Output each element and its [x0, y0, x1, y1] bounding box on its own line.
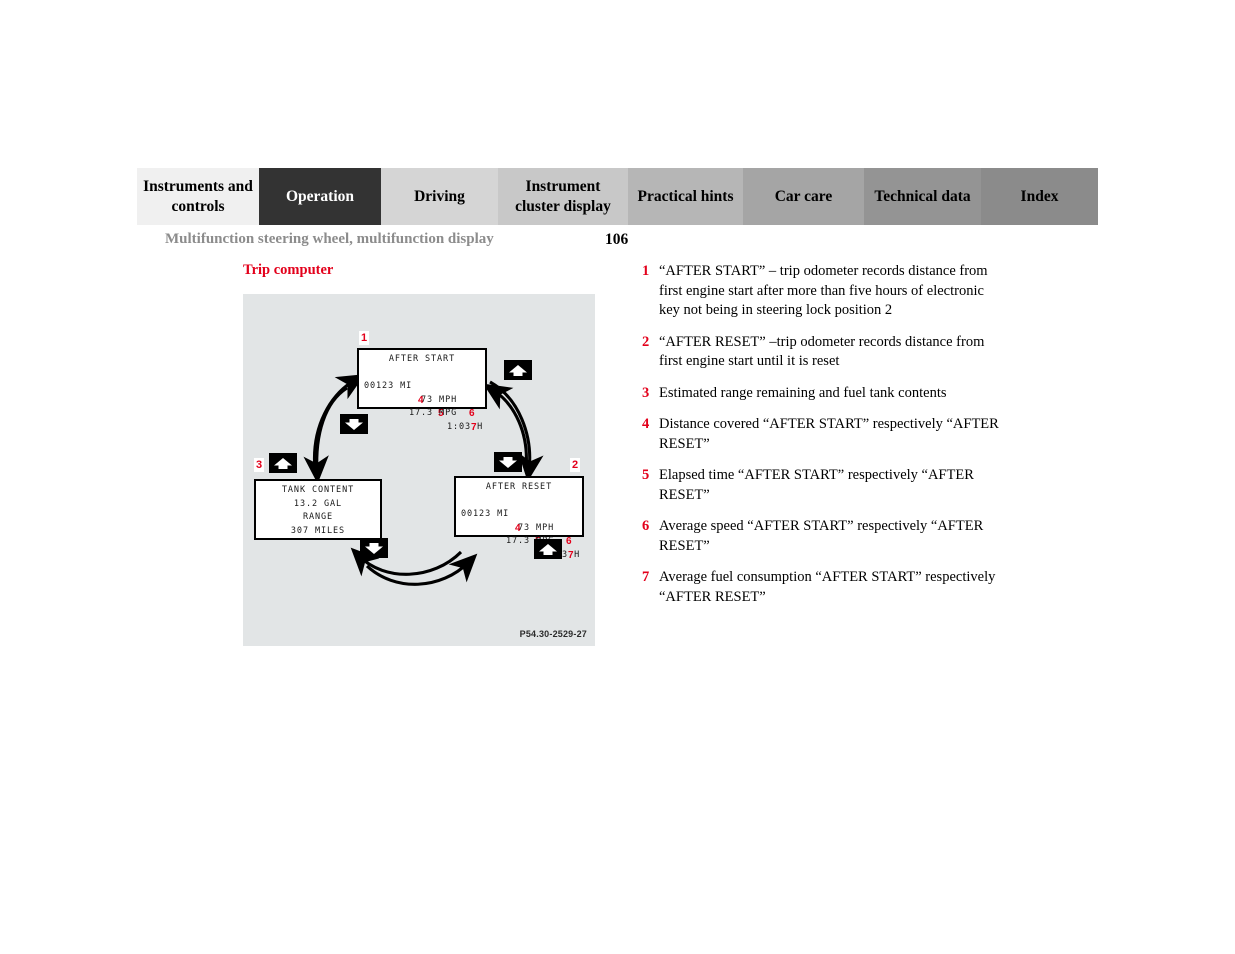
legend-item-number: 5	[642, 467, 650, 483]
down-arrow-glyph	[499, 456, 517, 468]
lcd-row-consumption-after-start: 17.3 MPG 7	[359, 394, 485, 433]
callout-marker-2: 2	[570, 458, 581, 472]
callout-6-after-start: 6	[469, 408, 475, 419]
legend-item: 5 Elapsed time “AFTER START” respectively…	[642, 466, 1002, 505]
up-button-icon-left	[269, 453, 297, 473]
legend-item-text: Average speed “AFTER START” respectively…	[659, 518, 984, 554]
down-arrow-glyph	[365, 542, 383, 554]
legend-item-text: Estimated range remaining and fuel tank …	[659, 384, 947, 401]
up-button-icon-bottom-right	[534, 539, 562, 559]
page-number: 106	[605, 231, 629, 248]
legend-item: 1 “AFTER START” – trip odometer records d…	[642, 262, 1002, 321]
lcd-consumption-value: 17.3 MPG	[409, 408, 458, 418]
down-button-icon-bottom	[360, 538, 388, 558]
legend-item: 6 Average speed “AFTER START” respectivel…	[642, 517, 1002, 556]
tab-instrument-cluster-display[interactable]: Instrument cluster display	[498, 168, 628, 225]
legend-item-text: Average fuel consumption “AFTER START” r…	[659, 569, 996, 605]
legend-item-number: 4	[642, 416, 650, 432]
legend-item-number: 6	[642, 518, 650, 534]
down-button-icon-left-top	[340, 414, 368, 434]
lcd-row-distance-time-after-reset: 00123 MI 4 5 1:03 H	[456, 495, 582, 560]
lcd-display-tank-content: TANK CONTENT 13.2 GAL RANGE 307 MILES	[254, 479, 382, 540]
legend-item-number: 1	[642, 263, 650, 279]
lcd-range-miles: 307 MILES	[290, 525, 346, 536]
up-arrow-glyph	[274, 457, 292, 469]
callout-marker-3: 3	[254, 458, 265, 472]
lcd-row-speed-after-start: 73 MPH 6	[359, 380, 485, 420]
tab-operation[interactable]: Operation	[259, 168, 381, 225]
lcd-row-distance-time-after-start: 00123 MI 4 5 1:03 H	[359, 367, 485, 432]
figure-legend-list: 1 “AFTER START” – trip odometer records d…	[642, 262, 1002, 619]
up-arrow-glyph	[509, 364, 527, 376]
trip-computer-cycle-diagram: AFTER START 00123 MI 4 5 1:03 H 73 MPH 6…	[243, 294, 595, 646]
lcd-time-value: 1:03 H	[447, 421, 484, 432]
legend-item-number: 3	[642, 384, 650, 401]
tab-index[interactable]: Index	[981, 168, 1098, 225]
legend-item: 3 Estimated range remaining and fuel tank…	[642, 384, 1002, 404]
tab-car-care[interactable]: Car care	[743, 168, 864, 225]
down-arrow-glyph	[345, 418, 363, 430]
legend-item: 7 Average fuel consumption “AFTER START” …	[642, 568, 1002, 607]
lcd-range-label: RANGE	[302, 512, 334, 522]
legend-item-text: Distance covered “AFTER START” respectiv…	[659, 416, 999, 452]
callout-marker-1: 1	[359, 331, 370, 345]
lcd-display-after-start: AFTER START 00123 MI 4 5 1:03 H 73 MPH 6…	[357, 348, 487, 433]
up-arrow-glyph	[539, 543, 557, 555]
figure-reference-code: P54.30-2529-27	[519, 629, 587, 639]
down-button-icon-right-top	[494, 452, 522, 472]
lcd-title-tank-content: TANK CONTENT	[281, 485, 355, 495]
legend-item-number: 7	[642, 569, 650, 585]
lcd-display-after-reset: AFTER RESET 00123 MI 4 5 1:03 H 73 MPH 6…	[454, 476, 584, 561]
tab-technical-data[interactable]: Technical data	[864, 168, 981, 225]
lcd-title-after-start: AFTER START	[388, 354, 456, 364]
callout-7-after-reset: 7	[568, 549, 574, 561]
lcd-row-speed-after-reset: 73 MPH 6	[456, 508, 582, 548]
lcd-row-consumption-after-reset: 17.3 MPG 7	[456, 522, 582, 561]
legend-item-number: 2	[642, 333, 650, 350]
callout-6-after-reset: 6	[566, 536, 572, 547]
legend-item-text: Elapsed time “AFTER START” respectively …	[659, 467, 974, 503]
tab-practical-hints[interactable]: Practical hints	[628, 168, 743, 225]
up-button-icon-right-top	[504, 360, 532, 380]
tab-instruments-and-controls[interactable]: Instruments and controls	[137, 168, 259, 225]
legend-item-text: “AFTER RESET” –trip odometer records dis…	[659, 333, 985, 370]
legend-item: 4 Distance covered “AFTER START” respecti…	[642, 415, 1002, 454]
legend-item: 2 “AFTER RESET” –trip odometer records di…	[642, 333, 1002, 372]
callout-7-after-start: 7	[471, 421, 477, 433]
tab-driving[interactable]: Driving	[381, 168, 498, 225]
page-title: Trip computer	[243, 262, 334, 278]
chapter-tab-bar: Instruments and controls Operation Driving…	[137, 168, 1098, 225]
legend-item-text: “AFTER START” – trip odometer records di…	[659, 263, 988, 318]
running-header-title: Multifunction steering wheel, multifunct…	[165, 231, 494, 247]
lcd-title-after-reset: AFTER RESET	[485, 482, 553, 492]
lcd-tank-gallons: 13.2 GAL	[293, 498, 343, 509]
